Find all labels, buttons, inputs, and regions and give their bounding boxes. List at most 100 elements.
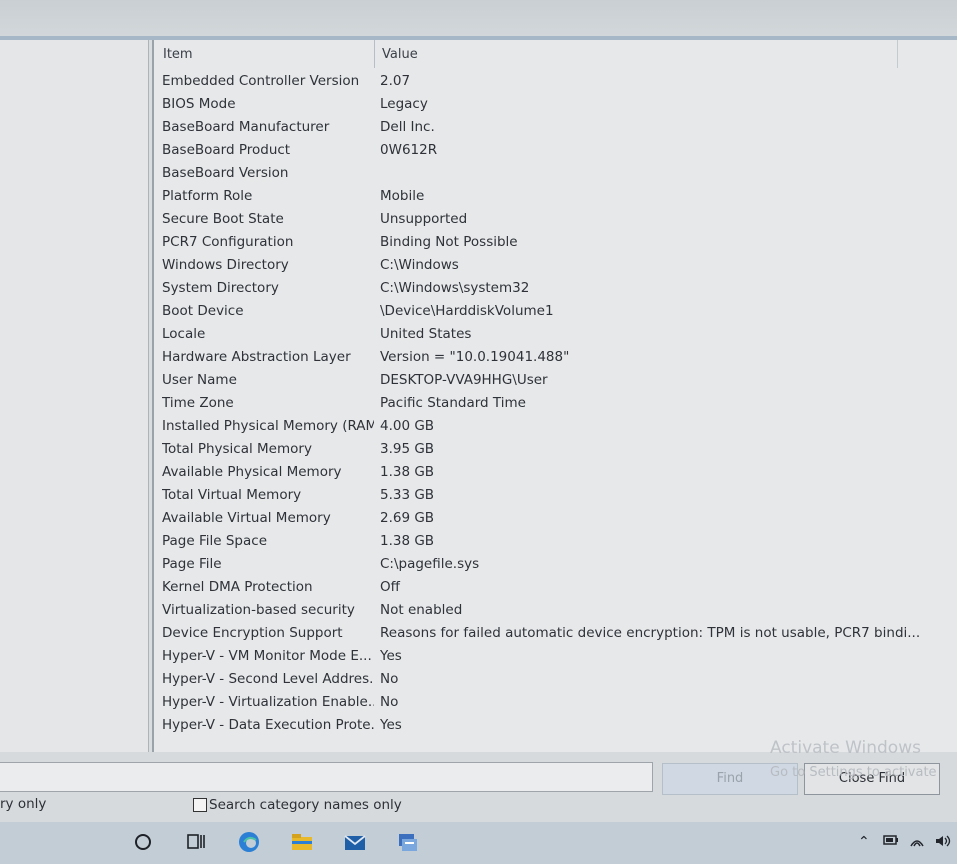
- row-item-cell: Total Physical Memory: [162, 441, 312, 457]
- row-value-cell: Dell Inc.: [380, 119, 435, 135]
- row-item-cell: Hyper-V - Second Level Addres...: [162, 671, 374, 687]
- row-value-cell: \Device\HarddiskVolume1: [380, 303, 554, 319]
- row-item-cell: BaseBoard Manufacturer: [162, 119, 330, 135]
- speaker-icon[interactable]: [934, 834, 952, 852]
- row-item-cell: BaseBoard Product: [162, 142, 291, 158]
- row-value-cell: 2.07: [380, 73, 411, 89]
- battery-icon[interactable]: [883, 834, 899, 850]
- row-value-cell: Binding Not Possible: [380, 234, 518, 250]
- details-list-pane[interactable]: Item Value Embedded Controller Version 2.…: [152, 40, 957, 752]
- file-explorer-icon[interactable]: [290, 830, 314, 854]
- row-value-cell: No: [380, 694, 399, 710]
- table-row[interactable]: BaseBoard Manufacturer Dell Inc.: [154, 116, 957, 139]
- mail-icon[interactable]: [343, 830, 367, 854]
- row-value-cell: 1.38 GB: [380, 464, 435, 480]
- table-row[interactable]: Available Physical Memory 1.38 GB: [154, 461, 957, 484]
- table-row[interactable]: Boot Device \Device\HarddiskVolume1: [154, 300, 957, 323]
- edge-icon[interactable]: [237, 830, 261, 854]
- details-rows: Embedded Controller Version 2.07 BIOS Mode…: [154, 70, 957, 737]
- activate-windows-watermark: Activate Windows: [770, 738, 921, 758]
- row-value-cell: Reasons for failed automatic device encr…: [380, 625, 921, 641]
- row-value-cell: C:\pagefile.sys: [380, 556, 480, 572]
- search-category-names-checkbox[interactable]: [193, 798, 207, 812]
- table-row[interactable]: BIOS Mode Legacy: [154, 93, 957, 116]
- list-header: Item Value: [154, 40, 957, 70]
- find-options: ry only Search category names only: [0, 796, 957, 818]
- find-what-input[interactable]: [0, 762, 653, 792]
- search-circle-icon[interactable]: [131, 830, 155, 854]
- table-row[interactable]: Platform Role Mobile: [154, 185, 957, 208]
- row-item-cell: Boot Device: [162, 303, 244, 319]
- column-header-value[interactable]: Value: [382, 47, 418, 62]
- row-value-cell: C:\Windows: [380, 257, 459, 273]
- row-item-cell: Available Virtual Memory: [162, 510, 331, 526]
- row-item-cell: BIOS Mode: [162, 96, 236, 112]
- table-row[interactable]: Device Encryption Support Reasons for fai…: [154, 622, 957, 645]
- table-row[interactable]: BaseBoard Product 0W612R: [154, 139, 957, 162]
- row-item-cell: Installed Physical Memory (RAM): [162, 418, 374, 434]
- row-item-cell: Hyper-V - Virtualization Enable...: [162, 694, 374, 710]
- table-row[interactable]: Installed Physical Memory (RAM) 4.00 GB: [154, 415, 957, 438]
- row-item-cell: Available Physical Memory: [162, 464, 342, 480]
- row-value-cell: 5.33 GB: [380, 487, 435, 503]
- row-item-cell: Page File Space: [162, 533, 267, 549]
- table-row[interactable]: Total Virtual Memory 5.33 GB: [154, 484, 957, 507]
- row-item-cell: Time Zone: [162, 395, 234, 411]
- table-row[interactable]: Hardware Abstraction Layer Version = "10.…: [154, 346, 957, 369]
- row-item-cell: Total Virtual Memory: [162, 487, 302, 503]
- wifi-icon[interactable]: [909, 834, 925, 852]
- table-row[interactable]: Hyper-V - Virtualization Enable... No: [154, 691, 957, 714]
- table-row[interactable]: BaseBoard Version: [154, 162, 957, 185]
- row-value-cell: 1.38 GB: [380, 533, 435, 549]
- table-row[interactable]: Secure Boot State Unsupported: [154, 208, 957, 231]
- table-row[interactable]: Page File C:\pagefile.sys: [154, 553, 957, 576]
- search-category-names-label[interactable]: Search category names only: [209, 797, 402, 813]
- row-item-cell: Page File: [162, 556, 222, 572]
- row-item-cell: System Directory: [162, 280, 279, 296]
- row-value-cell: Version = "10.0.19041.488": [380, 349, 570, 365]
- find-bar: Find Close Find Activate Windows Go to S…: [0, 738, 957, 822]
- system-info-icon[interactable]: [396, 830, 420, 854]
- row-item-cell: Locale: [162, 326, 206, 342]
- table-row[interactable]: System Directory C:\Windows\system32: [154, 277, 957, 300]
- row-value-cell: No: [380, 671, 399, 687]
- table-row[interactable]: Windows Directory C:\Windows: [154, 254, 957, 277]
- category-tree-pane[interactable]: [0, 40, 149, 752]
- column-divider[interactable]: [897, 40, 898, 68]
- row-item-cell: Windows Directory: [162, 257, 289, 273]
- row-value-cell: Yes: [380, 717, 402, 733]
- table-row[interactable]: Virtualization-based security Not enabled: [154, 599, 957, 622]
- column-divider[interactable]: [374, 40, 375, 68]
- table-row[interactable]: Hyper-V - VM Monitor Mode E... Yes: [154, 645, 957, 668]
- row-item-cell: Device Encryption Support: [162, 625, 343, 641]
- row-value-cell: 2.69 GB: [380, 510, 435, 526]
- row-item-cell: Embedded Controller Version: [162, 73, 360, 89]
- table-row[interactable]: Available Virtual Memory 2.69 GB: [154, 507, 957, 530]
- search-selected-category-label: ry only: [0, 796, 47, 812]
- row-value-cell: 3.95 GB: [380, 441, 435, 457]
- task-view-icon[interactable]: [184, 830, 208, 854]
- window-top-area: [0, 0, 957, 40]
- row-value-cell: DESKTOP-VVA9HHG\User: [380, 372, 548, 388]
- table-row[interactable]: Kernel DMA Protection Off: [154, 576, 957, 599]
- table-row[interactable]: Hyper-V - Second Level Addres... No: [154, 668, 957, 691]
- row-item-cell: Virtualization-based security: [162, 602, 355, 618]
- table-row[interactable]: Total Physical Memory 3.95 GB: [154, 438, 957, 461]
- row-item-cell: Hyper-V - Data Execution Prote...: [162, 717, 374, 733]
- column-header-item[interactable]: Item: [163, 47, 193, 62]
- chevron-up-icon[interactable]: ⌃: [858, 834, 870, 850]
- table-row[interactable]: Page File Space 1.38 GB: [154, 530, 957, 553]
- row-value-cell: 0W612R: [380, 142, 438, 158]
- table-row[interactable]: Embedded Controller Version 2.07: [154, 70, 957, 93]
- row-value-cell: Legacy: [380, 96, 428, 112]
- row-value-cell: Unsupported: [380, 211, 468, 227]
- table-row[interactable]: Time Zone Pacific Standard Time: [154, 392, 957, 415]
- row-value-cell: Not enabled: [380, 602, 463, 618]
- table-row[interactable]: Locale United States: [154, 323, 957, 346]
- table-row[interactable]: Hyper-V - Data Execution Prote... Yes: [154, 714, 957, 737]
- row-item-cell: Platform Role: [162, 188, 253, 204]
- table-row[interactable]: User Name DESKTOP-VVA9HHG\User: [154, 369, 957, 392]
- row-item-cell: Hyper-V - VM Monitor Mode E...: [162, 648, 372, 664]
- row-item-cell: BaseBoard Version: [162, 165, 289, 181]
- table-row[interactable]: PCR7 Configuration Binding Not Possible: [154, 231, 957, 254]
